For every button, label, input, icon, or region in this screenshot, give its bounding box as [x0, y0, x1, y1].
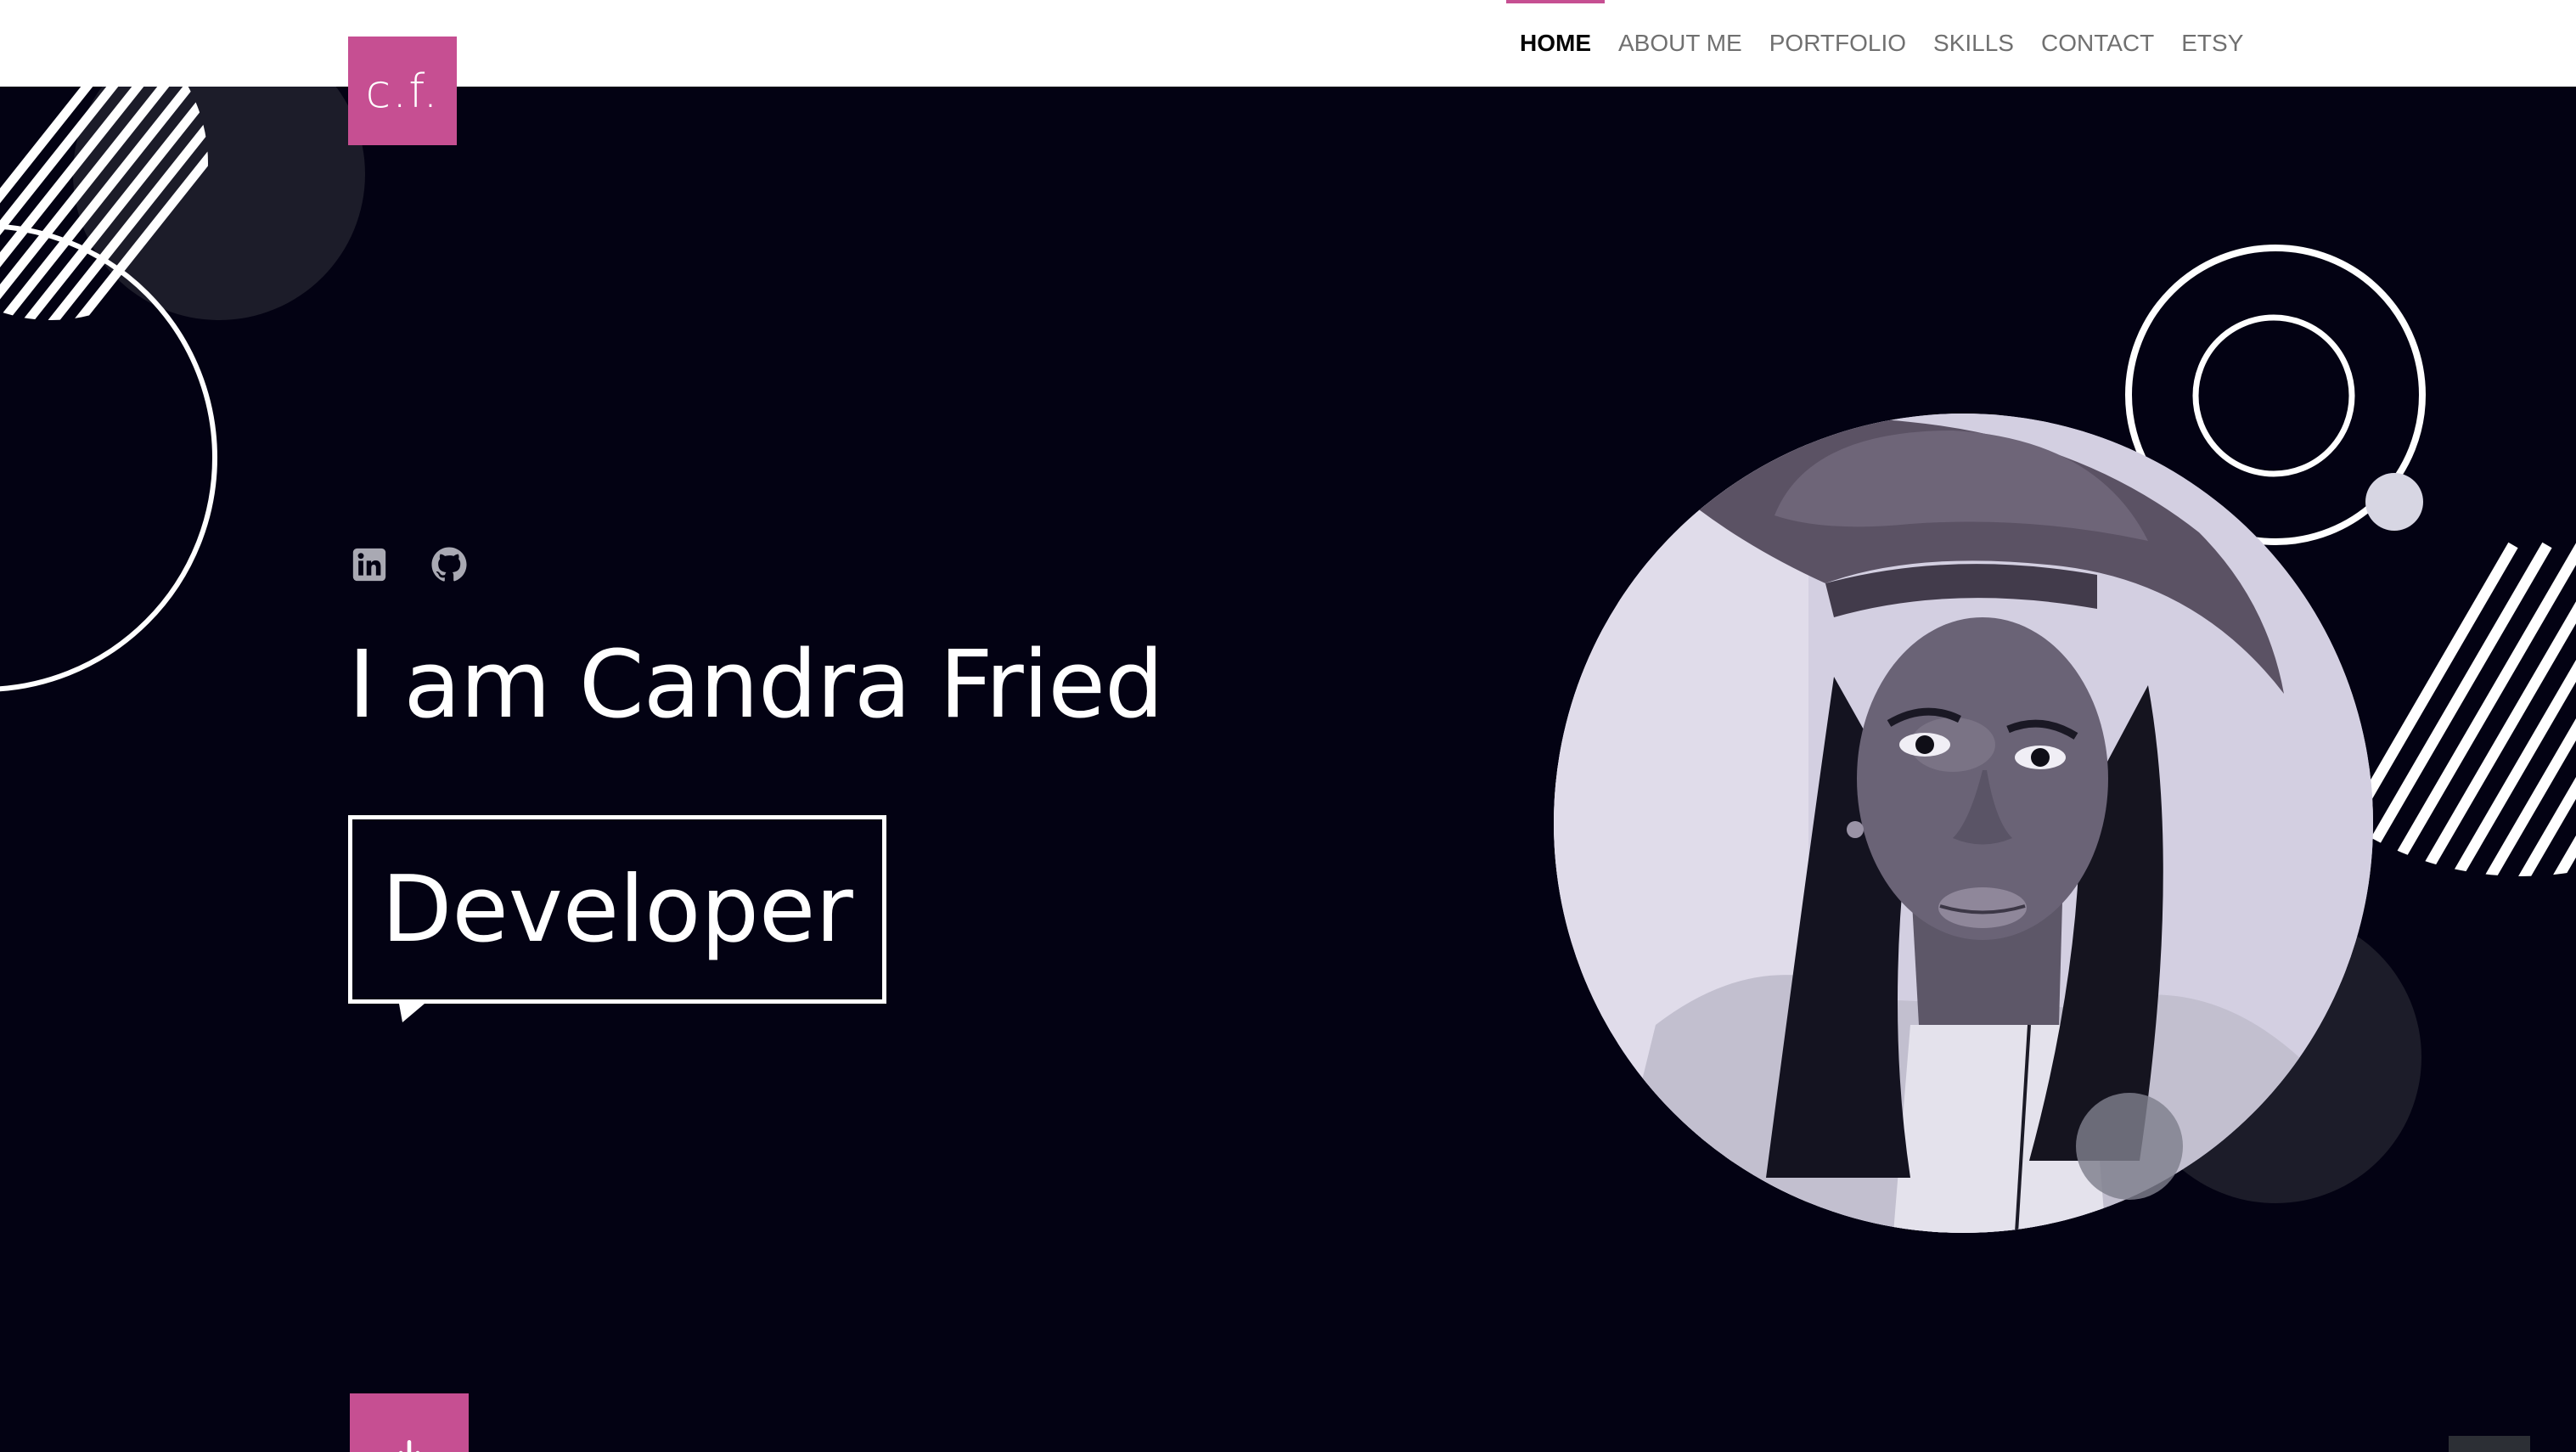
scroll-down-button[interactable] [350, 1393, 469, 1452]
nav-item-home[interactable]: HOME [1506, 0, 1605, 87]
hero-section: I am Candra Fried Developer [0, 87, 2576, 1452]
nav-item-contact[interactable]: CONTACT [2028, 0, 2168, 87]
role-speech-bubble: Developer [348, 815, 886, 1004]
site-logo[interactable]: c.f. [348, 37, 457, 145]
role-text: Developer [381, 856, 853, 963]
portrait-illustration [1554, 414, 2373, 1233]
speech-bubble-tail [399, 1004, 425, 1022]
linkedin-icon[interactable] [350, 545, 389, 584]
github-icon[interactable] [430, 545, 469, 584]
nav-item-etsy[interactable]: ETSY [2168, 0, 2257, 87]
nav-item-about-me[interactable]: ABOUT ME [1605, 0, 1756, 87]
nav-item-portfolio[interactable]: PORTFOLIO [1756, 0, 1920, 87]
profile-photo [1554, 414, 2373, 1233]
nav-item-skills[interactable]: SKILLS [1920, 0, 2028, 87]
back-to-top-button[interactable] [2449, 1436, 2530, 1452]
main-nav: HOME ABOUT ME PORTFOLIO SKILLS CONTACT E… [1506, 0, 2257, 87]
deco-dot-small [2365, 473, 2423, 531]
arrow-down-icon [399, 1439, 419, 1452]
logo-text: c.f. [365, 64, 440, 118]
deco-ring-inner [2192, 314, 2355, 477]
social-links [350, 545, 469, 584]
hero-headline: I am Candra Fried [348, 630, 1164, 739]
